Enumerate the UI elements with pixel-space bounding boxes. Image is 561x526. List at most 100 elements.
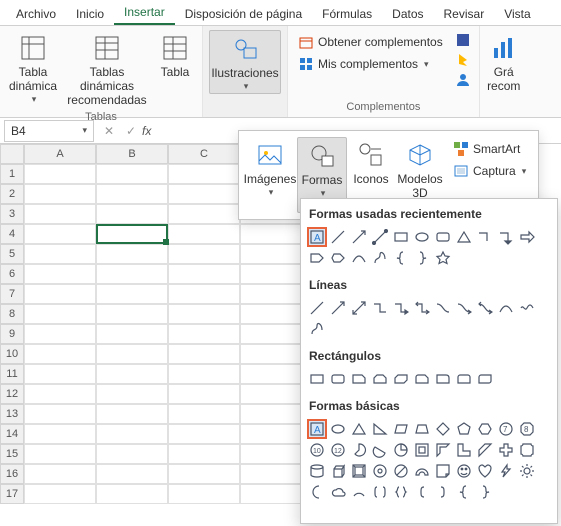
shape-pentagon-arrow[interactable] — [307, 248, 327, 268]
shape-connector[interactable] — [370, 227, 390, 247]
recommended-pivot-button[interactable]: Tablas dinámicas recomendadas — [66, 30, 148, 109]
shape-line[interactable] — [328, 227, 348, 247]
cell[interactable] — [168, 344, 240, 364]
row-header[interactable]: 14 — [0, 424, 24, 444]
shape-triangle[interactable] — [349, 419, 369, 439]
shape-freeform[interactable] — [370, 248, 390, 268]
shape-plaque[interactable] — [517, 440, 537, 460]
shape-round-single[interactable] — [433, 369, 453, 389]
shape-half-frame[interactable] — [433, 440, 453, 460]
shape-left-bracket[interactable] — [412, 482, 432, 502]
name-box[interactable]: B4 ▾ — [4, 120, 94, 142]
shape-diamond[interactable] — [433, 419, 453, 439]
shape-scribble[interactable] — [307, 319, 327, 339]
shapes-gallery[interactable]: Formas usadas recientemente A Líneas — [300, 198, 558, 524]
shape-rectangle[interactable] — [391, 227, 411, 247]
shape-frame[interactable] — [412, 440, 432, 460]
accept-formula-button[interactable]: ✓ — [120, 120, 142, 142]
cell[interactable] — [24, 404, 96, 424]
shape-double-bracket[interactable] — [370, 482, 390, 502]
shape-elbow-connector[interactable] — [370, 298, 390, 318]
shape-line-arrow[interactable] — [328, 298, 348, 318]
shape-snip-diag[interactable] — [391, 369, 411, 389]
smartart-button[interactable]: SmartArt — [451, 139, 528, 159]
shape-rounded-rect[interactable] — [433, 227, 453, 247]
cell[interactable] — [96, 164, 168, 184]
cell[interactable] — [96, 204, 168, 224]
shape-right-triangle[interactable] — [370, 419, 390, 439]
shape-block-arc[interactable] — [412, 461, 432, 481]
shape-star[interactable] — [433, 248, 453, 268]
cell[interactable] — [96, 344, 168, 364]
shape-double-brace[interactable] — [391, 482, 411, 502]
cell[interactable] — [168, 384, 240, 404]
cell[interactable] — [96, 444, 168, 464]
shape-oval[interactable] — [328, 419, 348, 439]
visio-icon[interactable] — [455, 32, 471, 48]
col-header[interactable]: B — [96, 144, 168, 164]
tab-datos[interactable]: Datos — [382, 3, 433, 25]
shape-octagon[interactable]: 8 — [517, 419, 537, 439]
tab-disposicion[interactable]: Disposición de página — [175, 3, 312, 25]
cell[interactable] — [96, 364, 168, 384]
row-header[interactable]: 3 — [0, 204, 24, 224]
shape-heart[interactable] — [475, 461, 495, 481]
cell[interactable] — [24, 184, 96, 204]
cell[interactable] — [24, 384, 96, 404]
cell[interactable] — [168, 164, 240, 184]
shape-moon[interactable] — [307, 482, 327, 502]
shape-triangle[interactable] — [454, 227, 474, 247]
cell[interactable] — [24, 264, 96, 284]
col-header[interactable]: C — [168, 144, 240, 164]
shape-round-same-side[interactable] — [454, 369, 474, 389]
shape-chord[interactable] — [370, 440, 390, 460]
row-header[interactable]: 4 — [0, 224, 24, 244]
shape-sun[interactable] — [517, 461, 537, 481]
shape-snip-single[interactable] — [349, 369, 369, 389]
cell[interactable] — [96, 284, 168, 304]
cell[interactable] — [96, 404, 168, 424]
shape-hexagon-arrow[interactable] — [328, 248, 348, 268]
cell[interactable] — [24, 364, 96, 384]
shape-folded-corner[interactable] — [433, 461, 453, 481]
cell[interactable] — [168, 324, 240, 344]
cell[interactable] — [96, 264, 168, 284]
cell[interactable] — [24, 444, 96, 464]
shape-line-arrow[interactable] — [349, 227, 369, 247]
cell[interactable] — [168, 424, 240, 444]
shape-dodecagon[interactable]: 12 — [328, 440, 348, 460]
shape-donut[interactable] — [370, 461, 390, 481]
cell[interactable] — [168, 244, 240, 264]
shape-curved-arrow-connector[interactable] — [454, 298, 474, 318]
shape-hexagon[interactable] — [475, 419, 495, 439]
cell[interactable] — [24, 324, 96, 344]
shape-curved-double-arrow[interactable] — [475, 298, 495, 318]
cell[interactable] — [24, 284, 96, 304]
shape-curved-connector[interactable] — [433, 298, 453, 318]
tab-inicio[interactable]: Inicio — [66, 3, 114, 25]
cell[interactable] — [168, 484, 240, 504]
bing-icon[interactable] — [455, 52, 471, 68]
shape-line-double-arrow[interactable] — [349, 298, 369, 318]
shape-smiley[interactable] — [454, 461, 474, 481]
shape-right-brace[interactable] — [475, 482, 495, 502]
shape-elbow[interactable] — [475, 227, 495, 247]
shape-cloud[interactable] — [328, 482, 348, 502]
tab-vista[interactable]: Vista — [494, 3, 540, 25]
shape-parallelogram[interactable] — [391, 419, 411, 439]
row-header[interactable]: 12 — [0, 384, 24, 404]
cell[interactable] — [24, 244, 96, 264]
shape-left-brace[interactable] — [454, 482, 474, 502]
shape-pie[interactable] — [349, 440, 369, 460]
shape-right-bracket[interactable] — [433, 482, 453, 502]
cell[interactable] — [168, 304, 240, 324]
row-header[interactable]: 17 — [0, 484, 24, 504]
shape-snip-round[interactable] — [412, 369, 432, 389]
shape-lightning[interactable] — [496, 461, 516, 481]
row-header[interactable]: 9 — [0, 324, 24, 344]
shape-pentagon[interactable] — [454, 419, 474, 439]
illustrations-button[interactable]: Ilustraciones ▾ — [209, 30, 281, 94]
my-addins-button[interactable]: Mis complementos ▾ — [294, 54, 447, 74]
shape-cross[interactable] — [496, 440, 516, 460]
shape-brace-left[interactable] — [391, 248, 411, 268]
